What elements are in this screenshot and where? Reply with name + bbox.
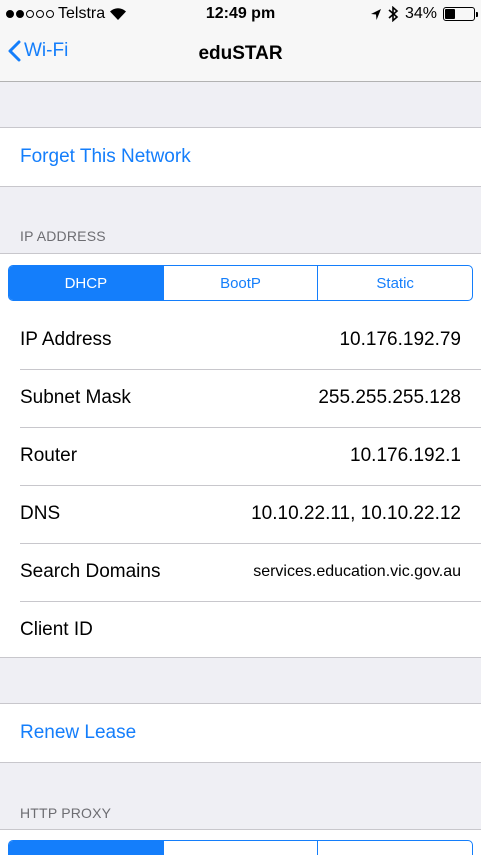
dns-row: DNS 10.10.22.11, 10.10.22.12 <box>0 485 481 543</box>
row-value: 255.255.255.128 <box>318 387 461 408</box>
row-value: 10.10.22.11, 10.10.22.12 <box>251 503 461 524</box>
row-label: Subnet Mask <box>20 387 131 408</box>
row-label: Client ID <box>20 619 93 640</box>
row-label: Router <box>20 445 78 466</box>
segment-proxy-1[interactable] <box>9 841 163 855</box>
battery-icon <box>443 7 478 21</box>
row-value: services.education.vic.gov.au <box>253 563 461 580</box>
row-value: 10.176.192.79 <box>339 329 461 350</box>
ip-address-row: IP Address 10.176.192.79 <box>0 311 481 369</box>
row-label: DNS <box>20 503 61 524</box>
segment-static[interactable]: Static <box>317 266 472 300</box>
segment-proxy-3[interactable] <box>317 841 472 855</box>
page-title: eduSTAR <box>198 43 283 64</box>
subnet-mask-row: Subnet Mask 255.255.255.128 <box>0 369 481 427</box>
renew-lease-button[interactable]: Renew Lease <box>0 704 481 762</box>
forget-network-button[interactable]: Forget This Network <box>0 128 481 186</box>
segment-bootp[interactable]: BootP <box>162 266 318 300</box>
battery-percentage: 34% <box>404 5 437 22</box>
bluetooth-icon <box>388 6 399 22</box>
status-bar: Telstra 12:49 pm 34% <box>0 0 481 30</box>
row-label: IP Address <box>20 329 112 350</box>
wifi-network-detail-screen: Telstra 12:49 pm 34% Wi-Fi eduSTAR Forge… <box>0 0 481 855</box>
http-proxy-section-header: HTTP PROXY <box>20 805 112 821</box>
router-row: Router 10.176.192.1 <box>0 427 481 485</box>
segment-proxy-2[interactable] <box>162 841 318 855</box>
segment-dhcp[interactable]: DHCP <box>9 266 163 300</box>
row-value: 10.176.192.1 <box>350 445 461 466</box>
row-label: Search Domains <box>20 561 161 582</box>
ip-address-group: DHCP BootP Static IP Address 10.176.192.… <box>0 253 481 658</box>
location-arrow-icon <box>370 8 381 20</box>
ip-address-section-header: IP ADDRESS <box>20 228 106 244</box>
ip-details-list: IP Address 10.176.192.79 Subnet Mask 255… <box>0 311 481 659</box>
renew-lease-group: Renew Lease <box>0 703 481 763</box>
navigation-bar: Wi-Fi eduSTAR <box>0 30 481 82</box>
status-right: 34% <box>370 5 478 23</box>
search-domains-row: Search Domains services.education.vic.go… <box>0 543 481 601</box>
proxy-mode-segmented-control[interactable] <box>8 840 473 855</box>
http-proxy-group <box>0 829 481 855</box>
ip-mode-segmented-control[interactable]: DHCP BootP Static <box>8 265 473 301</box>
forget-network-group: Forget This Network <box>0 127 481 187</box>
client-id-row[interactable]: Client ID <box>0 601 481 659</box>
